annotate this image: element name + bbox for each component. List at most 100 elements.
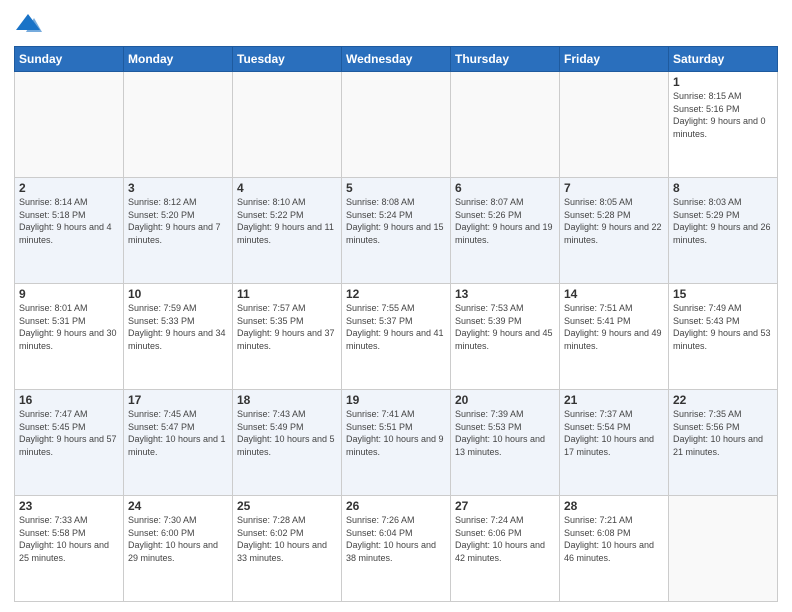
calendar-cell: 21Sunrise: 7:37 AM Sunset: 5:54 PM Dayli… [560, 390, 669, 496]
day-number: 4 [237, 181, 337, 195]
week-row-5: 23Sunrise: 7:33 AM Sunset: 5:58 PM Dayli… [15, 496, 778, 602]
day-number: 21 [564, 393, 664, 407]
calendar-cell: 20Sunrise: 7:39 AM Sunset: 5:53 PM Dayli… [451, 390, 560, 496]
day-info: Sunrise: 8:08 AM Sunset: 5:24 PM Dayligh… [346, 196, 446, 246]
day-number: 18 [237, 393, 337, 407]
day-info: Sunrise: 8:05 AM Sunset: 5:28 PM Dayligh… [564, 196, 664, 246]
day-info: Sunrise: 7:45 AM Sunset: 5:47 PM Dayligh… [128, 408, 228, 458]
calendar-cell: 7Sunrise: 8:05 AM Sunset: 5:28 PM Daylig… [560, 178, 669, 284]
calendar-cell: 28Sunrise: 7:21 AM Sunset: 6:08 PM Dayli… [560, 496, 669, 602]
calendar-cell: 19Sunrise: 7:41 AM Sunset: 5:51 PM Dayli… [342, 390, 451, 496]
day-number: 22 [673, 393, 773, 407]
calendar-cell: 22Sunrise: 7:35 AM Sunset: 5:56 PM Dayli… [669, 390, 778, 496]
day-number: 24 [128, 499, 228, 513]
calendar-cell [15, 72, 124, 178]
day-info: Sunrise: 7:24 AM Sunset: 6:06 PM Dayligh… [455, 514, 555, 564]
day-number: 16 [19, 393, 119, 407]
day-number: 11 [237, 287, 337, 301]
day-info: Sunrise: 7:35 AM Sunset: 5:56 PM Dayligh… [673, 408, 773, 458]
day-info: Sunrise: 7:41 AM Sunset: 5:51 PM Dayligh… [346, 408, 446, 458]
calendar-cell: 14Sunrise: 7:51 AM Sunset: 5:41 PM Dayli… [560, 284, 669, 390]
day-info: Sunrise: 7:26 AM Sunset: 6:04 PM Dayligh… [346, 514, 446, 564]
day-number: 14 [564, 287, 664, 301]
day-number: 20 [455, 393, 555, 407]
calendar-cell [669, 496, 778, 602]
calendar-cell: 4Sunrise: 8:10 AM Sunset: 5:22 PM Daylig… [233, 178, 342, 284]
day-number: 12 [346, 287, 446, 301]
day-number: 9 [19, 287, 119, 301]
day-info: Sunrise: 7:55 AM Sunset: 5:37 PM Dayligh… [346, 302, 446, 352]
day-info: Sunrise: 7:49 AM Sunset: 5:43 PM Dayligh… [673, 302, 773, 352]
day-info: Sunrise: 8:03 AM Sunset: 5:29 PM Dayligh… [673, 196, 773, 246]
day-info: Sunrise: 7:57 AM Sunset: 5:35 PM Dayligh… [237, 302, 337, 352]
weekday-header-thursday: Thursday [451, 47, 560, 72]
calendar-cell: 13Sunrise: 7:53 AM Sunset: 5:39 PM Dayli… [451, 284, 560, 390]
day-number: 10 [128, 287, 228, 301]
day-info: Sunrise: 7:21 AM Sunset: 6:08 PM Dayligh… [564, 514, 664, 564]
weekday-header-sunday: Sunday [15, 47, 124, 72]
calendar-cell: 9Sunrise: 8:01 AM Sunset: 5:31 PM Daylig… [15, 284, 124, 390]
day-info: Sunrise: 7:47 AM Sunset: 5:45 PM Dayligh… [19, 408, 119, 458]
day-number: 8 [673, 181, 773, 195]
calendar-cell: 23Sunrise: 7:33 AM Sunset: 5:58 PM Dayli… [15, 496, 124, 602]
day-number: 6 [455, 181, 555, 195]
weekday-header-row: SundayMondayTuesdayWednesdayThursdayFrid… [15, 47, 778, 72]
calendar-cell: 16Sunrise: 7:47 AM Sunset: 5:45 PM Dayli… [15, 390, 124, 496]
calendar: SundayMondayTuesdayWednesdayThursdayFrid… [14, 46, 778, 602]
calendar-cell: 12Sunrise: 7:55 AM Sunset: 5:37 PM Dayli… [342, 284, 451, 390]
weekday-header-friday: Friday [560, 47, 669, 72]
calendar-cell: 8Sunrise: 8:03 AM Sunset: 5:29 PM Daylig… [669, 178, 778, 284]
calendar-cell: 17Sunrise: 7:45 AM Sunset: 5:47 PM Dayli… [124, 390, 233, 496]
calendar-cell: 24Sunrise: 7:30 AM Sunset: 6:00 PM Dayli… [124, 496, 233, 602]
calendar-cell: 6Sunrise: 8:07 AM Sunset: 5:26 PM Daylig… [451, 178, 560, 284]
day-info: Sunrise: 7:59 AM Sunset: 5:33 PM Dayligh… [128, 302, 228, 352]
week-row-4: 16Sunrise: 7:47 AM Sunset: 5:45 PM Dayli… [15, 390, 778, 496]
calendar-cell: 26Sunrise: 7:26 AM Sunset: 6:04 PM Dayli… [342, 496, 451, 602]
calendar-cell: 5Sunrise: 8:08 AM Sunset: 5:24 PM Daylig… [342, 178, 451, 284]
calendar-cell: 1Sunrise: 8:15 AM Sunset: 5:16 PM Daylig… [669, 72, 778, 178]
day-info: Sunrise: 7:37 AM Sunset: 5:54 PM Dayligh… [564, 408, 664, 458]
day-number: 5 [346, 181, 446, 195]
day-info: Sunrise: 8:15 AM Sunset: 5:16 PM Dayligh… [673, 90, 773, 140]
weekday-header-saturday: Saturday [669, 47, 778, 72]
weekday-header-monday: Monday [124, 47, 233, 72]
day-number: 7 [564, 181, 664, 195]
header [14, 10, 778, 38]
week-row-2: 2Sunrise: 8:14 AM Sunset: 5:18 PM Daylig… [15, 178, 778, 284]
day-number: 13 [455, 287, 555, 301]
calendar-cell [451, 72, 560, 178]
day-number: 15 [673, 287, 773, 301]
day-number: 3 [128, 181, 228, 195]
calendar-cell: 15Sunrise: 7:49 AM Sunset: 5:43 PM Dayli… [669, 284, 778, 390]
day-number: 28 [564, 499, 664, 513]
day-info: Sunrise: 8:12 AM Sunset: 5:20 PM Dayligh… [128, 196, 228, 246]
day-number: 25 [237, 499, 337, 513]
day-info: Sunrise: 7:53 AM Sunset: 5:39 PM Dayligh… [455, 302, 555, 352]
day-number: 27 [455, 499, 555, 513]
calendar-cell [124, 72, 233, 178]
day-info: Sunrise: 7:43 AM Sunset: 5:49 PM Dayligh… [237, 408, 337, 458]
calendar-cell: 10Sunrise: 7:59 AM Sunset: 5:33 PM Dayli… [124, 284, 233, 390]
day-number: 17 [128, 393, 228, 407]
calendar-cell: 27Sunrise: 7:24 AM Sunset: 6:06 PM Dayli… [451, 496, 560, 602]
calendar-cell: 25Sunrise: 7:28 AM Sunset: 6:02 PM Dayli… [233, 496, 342, 602]
logo [14, 10, 46, 38]
day-info: Sunrise: 8:14 AM Sunset: 5:18 PM Dayligh… [19, 196, 119, 246]
calendar-cell: 18Sunrise: 7:43 AM Sunset: 5:49 PM Dayli… [233, 390, 342, 496]
page: SundayMondayTuesdayWednesdayThursdayFrid… [0, 0, 792, 612]
day-info: Sunrise: 7:30 AM Sunset: 6:00 PM Dayligh… [128, 514, 228, 564]
day-info: Sunrise: 8:01 AM Sunset: 5:31 PM Dayligh… [19, 302, 119, 352]
day-info: Sunrise: 7:51 AM Sunset: 5:41 PM Dayligh… [564, 302, 664, 352]
week-row-3: 9Sunrise: 8:01 AM Sunset: 5:31 PM Daylig… [15, 284, 778, 390]
calendar-cell: 3Sunrise: 8:12 AM Sunset: 5:20 PM Daylig… [124, 178, 233, 284]
day-number: 23 [19, 499, 119, 513]
weekday-header-tuesday: Tuesday [233, 47, 342, 72]
day-info: Sunrise: 7:33 AM Sunset: 5:58 PM Dayligh… [19, 514, 119, 564]
calendar-cell [233, 72, 342, 178]
day-info: Sunrise: 8:07 AM Sunset: 5:26 PM Dayligh… [455, 196, 555, 246]
day-number: 19 [346, 393, 446, 407]
calendar-cell: 11Sunrise: 7:57 AM Sunset: 5:35 PM Dayli… [233, 284, 342, 390]
weekday-header-wednesday: Wednesday [342, 47, 451, 72]
day-info: Sunrise: 7:39 AM Sunset: 5:53 PM Dayligh… [455, 408, 555, 458]
logo-icon [14, 10, 42, 38]
